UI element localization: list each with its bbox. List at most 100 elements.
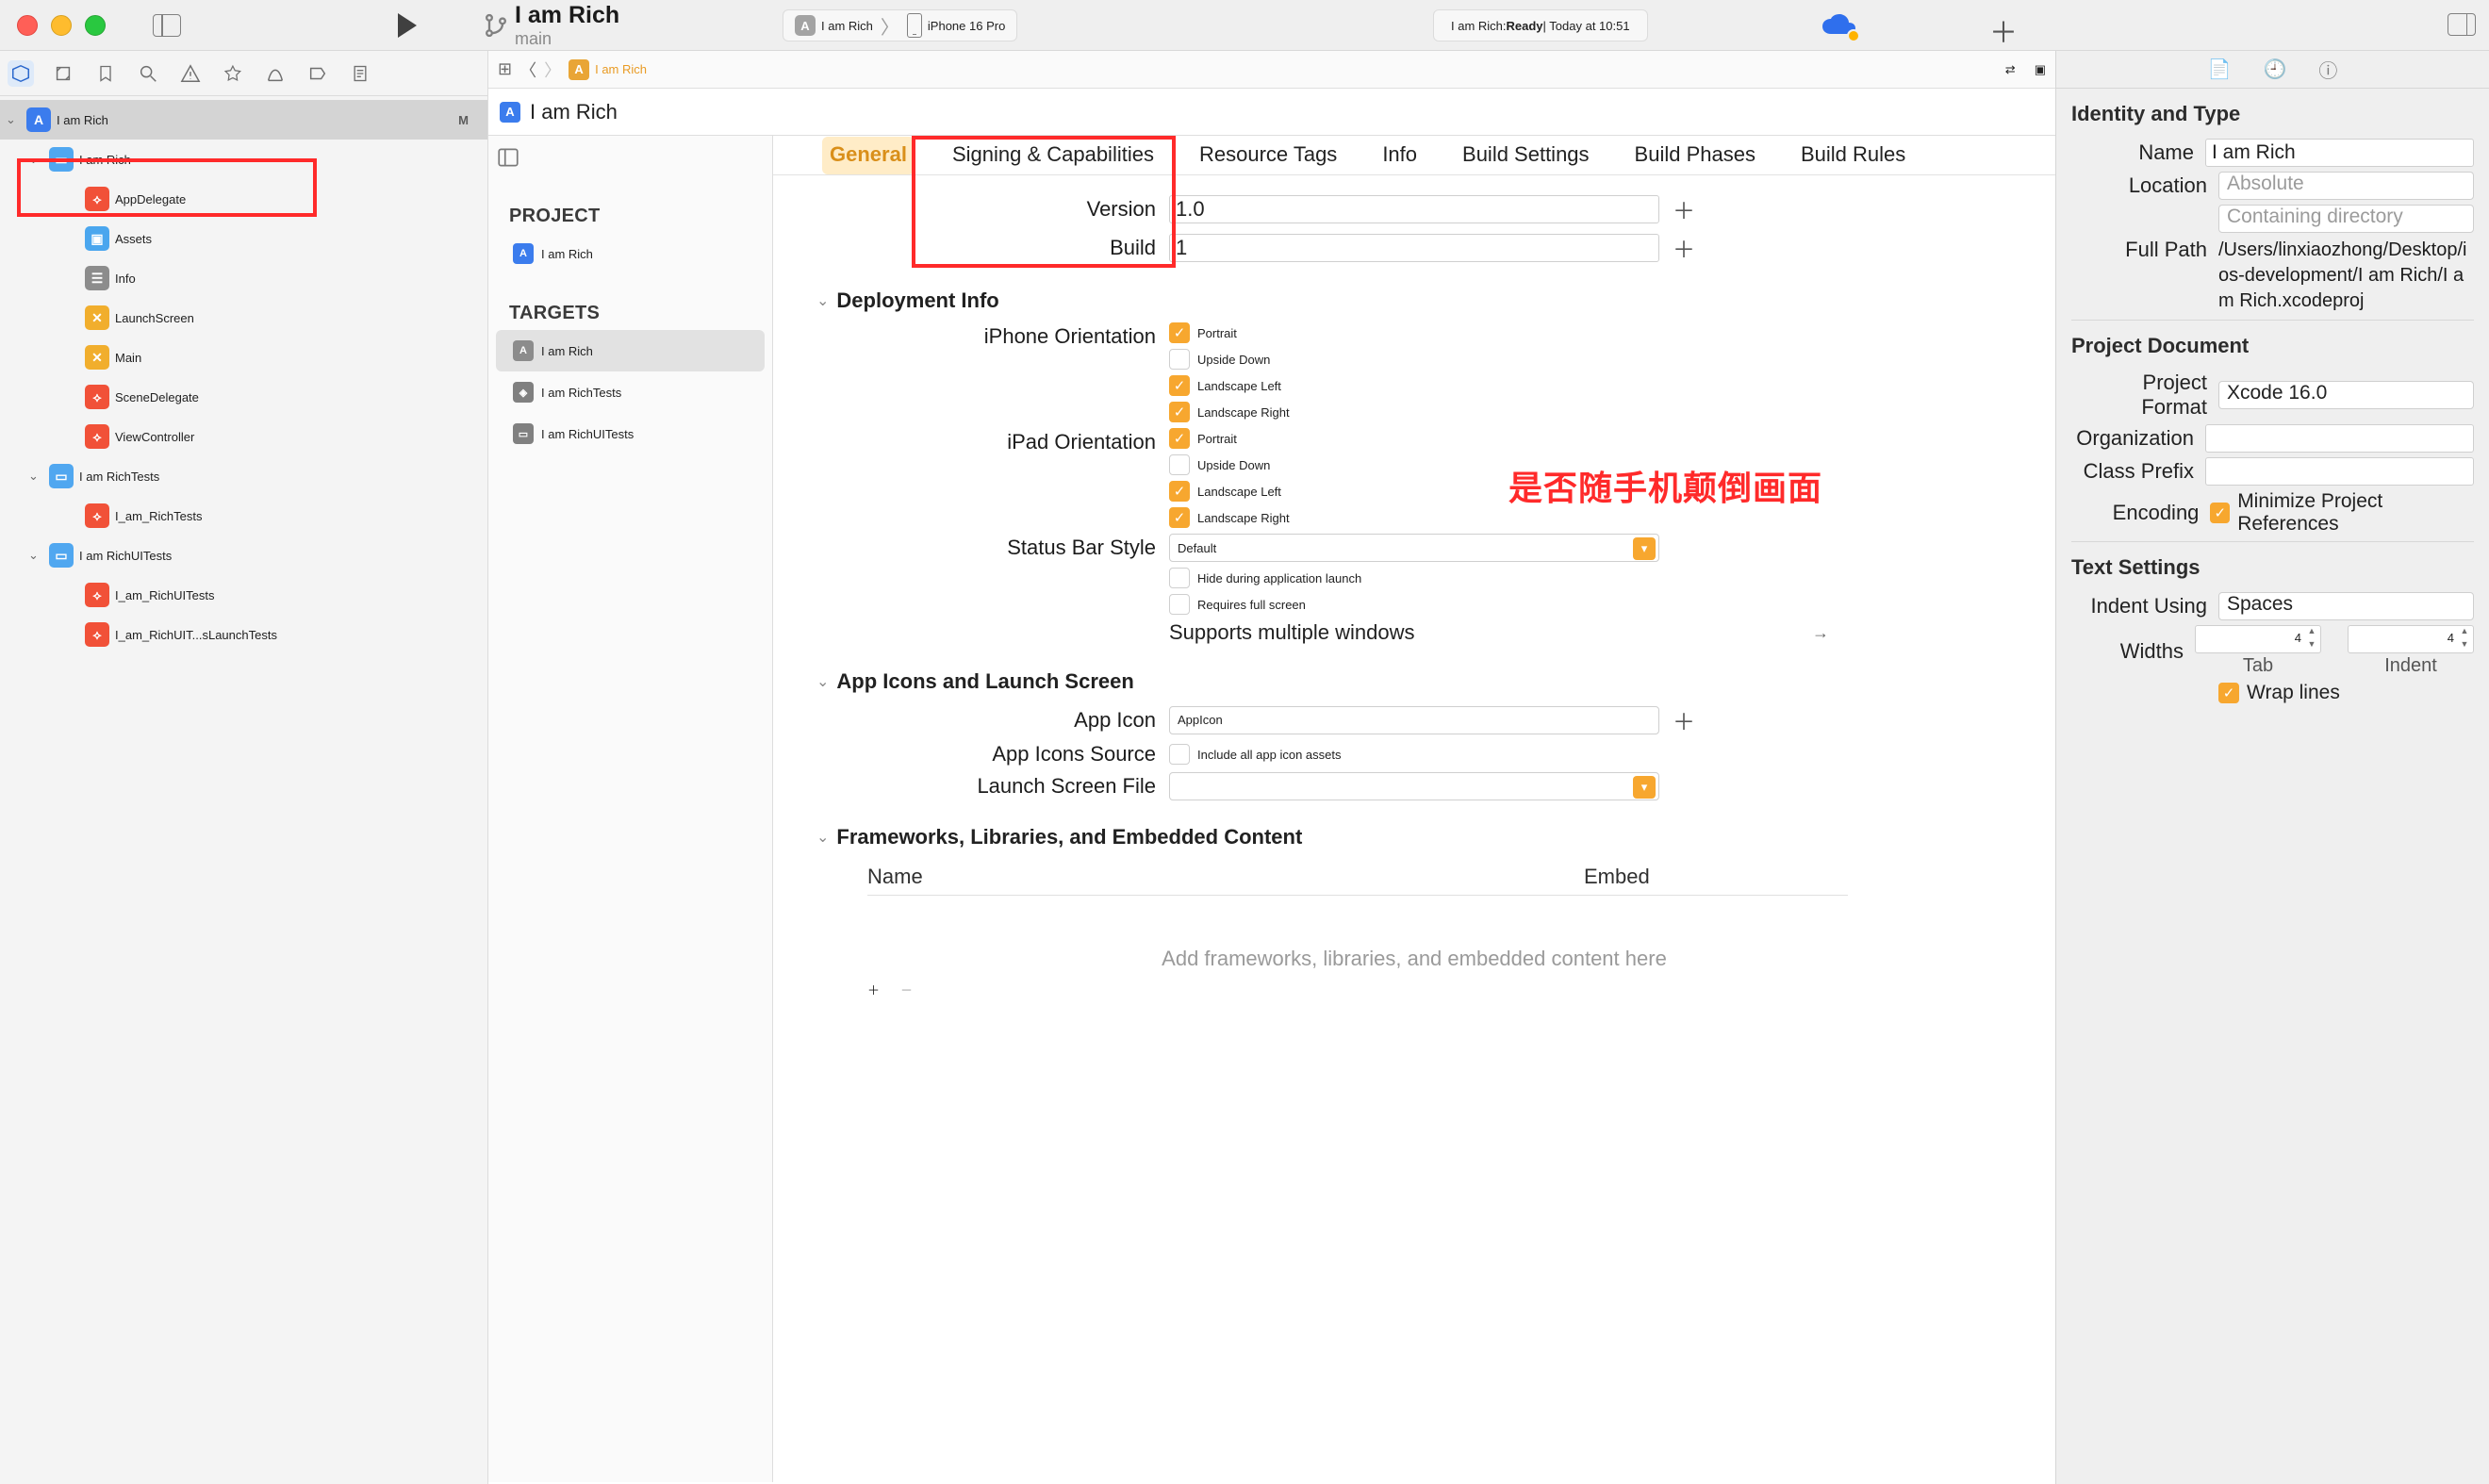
scheme-selector[interactable]: A I am Rich 〉 iPhone 16 Pro [783,9,1017,41]
stepper-icon[interactable]: ▲▼ [2304,627,2319,653]
appicons-header[interactable]: ⌄App Icons and Launch Screen [816,669,2018,694]
minimize-references-checkbox[interactable] [2210,503,2230,523]
related-items-button[interactable]: ⊞ [498,59,512,79]
organization-field[interactable] [2205,424,2474,453]
iphone-landscapeleft-checkbox[interactable] [1169,375,1190,396]
tab-signing[interactable]: Signing & Capabilities [945,137,1162,174]
run-button[interactable] [398,13,417,38]
frameworks-header[interactable]: ⌄Frameworks, Libraries, and Embedded Con… [816,825,2018,849]
checkbox-label: Wrap lines [2247,682,2340,704]
window-minimize-button[interactable] [51,15,72,36]
hide-during-launch-checkbox[interactable] [1169,568,1190,588]
target-tests[interactable]: ◈I am RichTests [496,371,765,413]
tab-buildsettings[interactable]: Build Settings [1455,137,1597,174]
file-assets[interactable]: ▣Assets [0,219,487,258]
library-button[interactable]: ＋ [1989,9,2018,51]
classprefix-field[interactable] [2205,457,2474,486]
ipad-portrait-checkbox[interactable] [1169,428,1190,449]
bookmark-navigator-tab[interactable] [92,60,119,87]
cloud-status-icon[interactable] [1820,13,1857,40]
file-launchscreen[interactable]: ✕LaunchScreen [0,298,487,338]
indent-width-field[interactable]: 4▲▼ [2348,625,2474,653]
iphone-landscaperight-checkbox[interactable] [1169,402,1190,422]
report-navigator-tab[interactable] [347,60,373,87]
file-uitests[interactable]: ⟡I_am_RichUITests [0,575,487,615]
add-framework-button[interactable]: ＋ [867,981,880,998]
navigator-tab-bar [0,51,487,96]
source-control-popup[interactable]: I am Rich main [483,2,619,49]
group-app[interactable]: ⌄▭ I am Rich [0,140,487,179]
tab-buildrules[interactable]: Build Rules [1793,137,1913,174]
inspector-name-field[interactable] [2205,139,2474,167]
source-control-navigator-tab[interactable] [50,60,76,87]
file-uitests-launch[interactable]: ⟡I_am_RichUIT...sLaunchTests [0,615,487,654]
find-navigator-tab[interactable] [135,60,161,87]
projectformat-dropdown[interactable]: Xcode 16.0 [2218,381,2474,409]
test-navigator-tab[interactable] [220,60,246,87]
debug-navigator-tab[interactable] [262,60,288,87]
jump-bar-crumb[interactable]: A I am Rich [569,59,647,80]
iphone-portrait-checkbox[interactable] [1169,322,1190,343]
file-viewcontroller[interactable]: ⟡ViewController [0,417,487,456]
file-appdelegate[interactable]: ⟡AppDelegate [0,179,487,219]
document-outline-toggle[interactable] [496,145,536,185]
file-label: Info [115,272,487,286]
window-zoom-button[interactable] [85,15,106,36]
review-button[interactable]: ⇄ [2005,62,2016,77]
file-scenedelegate[interactable]: ⟡SceneDelegate [0,377,487,417]
appicon-dropdown[interactable]: AppIcon [1169,706,1659,734]
include-all-icons-checkbox[interactable] [1169,744,1190,765]
detail-arrow-icon[interactable]: → [1812,623,1829,643]
tab-buildphases[interactable]: Build Phases [1627,137,1763,174]
inspector-location-dropdown[interactable]: Absolute [2218,172,2474,200]
tab-info[interactable]: Info [1375,137,1425,174]
back-button[interactable]: 〈 [519,58,536,82]
project-root-item[interactable]: ⌄ A I am Rich M [0,100,487,140]
tab-resourcetags[interactable]: Resource Tags [1192,137,1344,174]
help-inspector-tab[interactable]: ⓘ [2318,56,2337,83]
build-field[interactable] [1169,234,1659,262]
ipad-upsidedown-checkbox[interactable] [1169,454,1190,475]
project-navigator-tab[interactable] [8,60,34,87]
iphone-upsidedown-checkbox[interactable] [1169,349,1190,370]
launchfile-dropdown[interactable] [1169,772,1659,800]
inspector-toggle-button[interactable] [2448,13,2476,36]
folder-icon: ▭ [49,147,74,172]
projectformat-label: Project Format [2071,371,2218,420]
file-info[interactable]: ☰Info [0,258,487,298]
requires-fullscreen-checkbox[interactable] [1169,594,1190,615]
wraplines-checkbox[interactable] [2218,683,2239,703]
dropdown-value: Default [1178,541,1216,555]
file-tests[interactable]: ⟡I_am_RichTests [0,496,487,536]
add-version-button[interactable]: ＋ [1673,192,1695,225]
file-main[interactable]: ✕Main [0,338,487,377]
issue-navigator-tab[interactable] [177,60,204,87]
adjust-editor-button[interactable]: ▣ [2035,62,2046,77]
remove-framework-button[interactable]: － [900,981,913,998]
statusbarstyle-dropdown[interactable]: Default [1169,534,1659,562]
target-uitests[interactable]: ▭I am RichUITests [496,413,765,454]
file-inspector-tab[interactable]: 📄 [2208,58,2232,81]
add-build-button[interactable]: ＋ [1673,231,1695,264]
version-field[interactable] [1169,195,1659,223]
project-item[interactable]: AI am Rich [496,233,765,274]
navigator-toggle-button[interactable] [153,14,181,37]
group-tests[interactable]: ⌄▭I am RichTests [0,456,487,496]
checkbox-label: Landscape Left [1197,379,1281,393]
tab-width-field[interactable]: 4▲▼ [2195,625,2321,653]
group-uitests[interactable]: ⌄▭I am RichUITests [0,536,487,575]
history-inspector-tab[interactable]: 🕘 [2264,58,2287,81]
ipad-landscapeleft-checkbox[interactable] [1169,481,1190,502]
window-close-button[interactable] [17,15,38,36]
tab-general[interactable]: General [822,137,915,174]
add-appicon-button[interactable]: ＋ [1673,703,1695,736]
forward-button[interactable]: 〉 [544,58,561,82]
deployment-info-header[interactable]: ⌄Deployment Info [816,289,2018,313]
ipad-landscaperight-checkbox[interactable] [1169,507,1190,528]
indentusing-dropdown[interactable]: Spaces [2218,592,2474,620]
stepper-icon[interactable]: ▲▼ [2457,627,2472,653]
breakpoint-navigator-tab[interactable] [305,60,331,87]
target-app[interactable]: AI am Rich [496,330,765,371]
header-label: Frameworks, Libraries, and Embedded Cont… [836,825,1302,849]
inspector-containing-dropdown[interactable]: Containing directory [2218,205,2474,233]
